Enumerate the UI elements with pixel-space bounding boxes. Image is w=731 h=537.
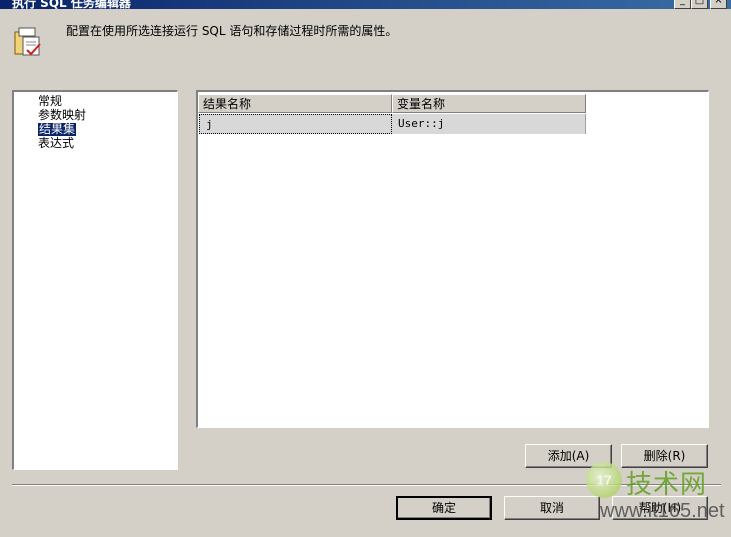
watermark-title: 技术网 [626,469,708,499]
task-editor-icon [14,27,41,56]
maximize-button[interactable]: □ [691,0,708,9]
column-header-variable-name[interactable]: 变量名称 [392,94,586,113]
cell-variable-name[interactable]: User::j [392,114,586,134]
watermark-url: www.it165.net [600,500,725,522]
column-header-result-name[interactable]: 结果名称 [198,94,392,113]
header-description: 配置在使用所选连接运行 SQL 语句和存储过程时所需的属性。 [66,24,398,38]
cell-result-name[interactable]: j [199,114,392,134]
nav-item-result-set[interactable]: 结果集 [38,123,77,136]
minimize-button[interactable]: _ [674,0,691,9]
nav-item-expressions[interactable]: 表达式 [38,137,74,150]
close-button[interactable]: × [710,0,727,9]
nav-panel: 常规 参数映射 结果集 表达式 [12,90,178,470]
ok-button[interactable]: 确定 [396,496,492,520]
nav-item-general[interactable]: 常规 [38,95,62,108]
window-title: 执行 SQL 任务编辑器 [12,0,131,9]
nav-item-parameter-mapping[interactable]: 参数映射 [38,109,86,122]
watermark-logo: 17 [586,462,622,498]
watermark: 17 技术网 www.it165.net [586,462,731,537]
result-set-grid: 结果名称 变量名称 j User::j [196,90,709,428]
title-bar: 执行 SQL 任务编辑器 _ □ × [0,0,731,9]
